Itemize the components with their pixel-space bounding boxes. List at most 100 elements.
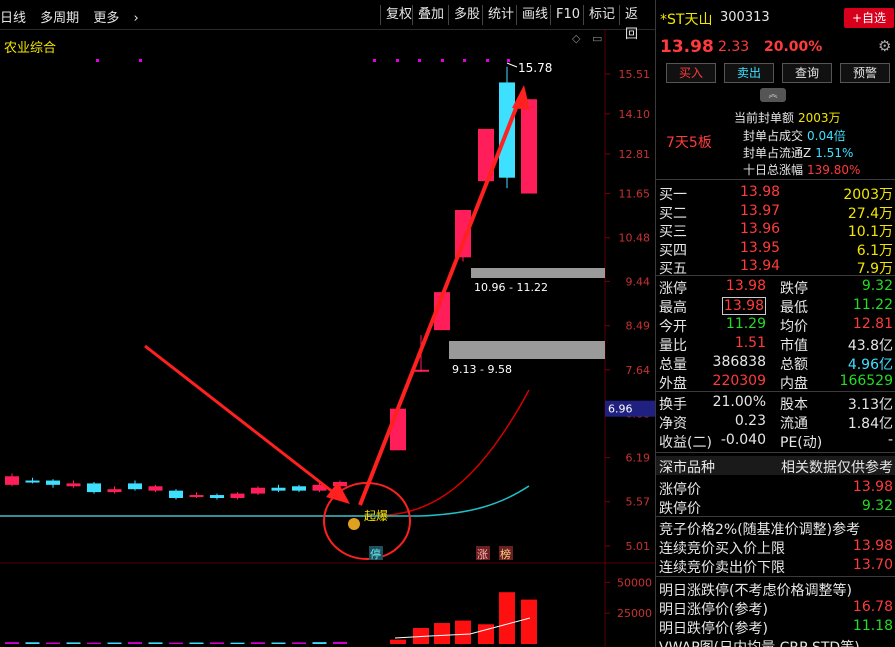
ting-badge: 停 <box>370 547 381 561</box>
stat2-row: 收益(二) -0.040 PE(动) - <box>656 431 895 451</box>
kline-svg[interactable]: 农业综合 ◇ ▭ 10.96 - 11.22 9.13 - 9.58 15.51 1… <box>0 30 655 647</box>
statistics-button[interactable]: 统计 <box>482 5 519 25</box>
multi-period-tab[interactable]: 多周期 <box>40 11 79 26</box>
divider <box>656 516 895 517</box>
overlay-button[interactable]: 叠加 <box>412 5 449 25</box>
stat-row: 总量 386838 总额 4.96亿 <box>656 353 895 373</box>
last-price: 13.98 <box>660 37 714 57</box>
y-tick-label: 6.19 <box>626 452 651 465</box>
top-mark <box>96 59 99 62</box>
stat-value: 0.23 <box>734 413 766 429</box>
y-tick-label: 5.57 <box>626 496 651 509</box>
seal-info: 7天5板 当前封单额 2003万 封单占成交 0.04倍 封单占流通Z 1.51% 十… <box>656 104 895 180</box>
stat-label: 收益(二) <box>659 435 712 451</box>
bid-row[interactable]: 买五 13.94 7.9万 <box>656 257 895 277</box>
sell-button[interactable]: 卖出 <box>724 63 774 83</box>
quote-panel: *ST天山 300313 +自选 13.98 2.33 20.00% ⚙ 买入 … <box>655 0 895 647</box>
stat-value: 11.29 <box>725 316 766 332</box>
multi-stock-button[interactable]: 多股 <box>448 5 485 25</box>
max-price-pointer <box>506 62 518 68</box>
tomorrow-up-label: 明日涨停价(参考) <box>659 602 768 618</box>
y-tick-label: 12.81 <box>619 148 651 161</box>
stat-label: 量比 <box>659 338 687 354</box>
bid-price: 13.97 <box>740 202 781 219</box>
market-note: 相关数据仅供参考 <box>781 460 893 476</box>
tomorrow-up-value: 16.78 <box>852 599 893 615</box>
tomorrow-header-row: 明日涨跌停(不考虑价格调整等) <box>656 579 895 599</box>
top-mark <box>441 59 444 62</box>
bid-row[interactable]: 买四 13.95 6.1万 <box>656 239 895 259</box>
seal-float-label: 封单占流通Z <box>743 146 812 160</box>
stat-row: 外盘 220309 内盘 166529 <box>656 372 895 392</box>
volume-bar <box>271 642 286 644</box>
more-label: 更多 <box>93 11 120 26</box>
stat-label: 外盘 <box>659 376 687 392</box>
vwap-row[interactable]: VWAP图(日内均量 CRP STD等) <box>656 636 895 647</box>
stat-label: 最高 <box>659 300 687 316</box>
stock-code: 300313 <box>720 10 770 25</box>
candle-body <box>521 99 537 194</box>
volume-bar <box>148 642 163 644</box>
stat-label: 换手 <box>659 397 687 413</box>
stat-row: 涨停 13.98 跌停 9.32 <box>656 277 895 297</box>
period-tab[interactable]: 日线 <box>0 11 26 26</box>
y-tick-label: 8.49 <box>626 320 651 333</box>
stat-label-2: 市值 <box>780 338 808 354</box>
seal-ratio: 封单占成交 0.04倍 <box>743 127 846 144</box>
zhang-badge: 涨 <box>477 548 488 561</box>
back-button[interactable]: 返回 <box>619 5 655 42</box>
bid-row[interactable]: 买二 13.97 27.4万 <box>656 202 895 222</box>
candle-body <box>251 487 265 494</box>
buy-button[interactable]: 买入 <box>666 63 716 83</box>
volume-bar <box>390 639 406 644</box>
draw-line-button[interactable]: 画线 <box>516 5 553 25</box>
candle-body <box>5 476 19 485</box>
stat-label-2: 股本 <box>780 397 808 413</box>
mark-button[interactable]: 标记 <box>583 5 620 25</box>
seal-float-value: 1.51% <box>815 146 854 160</box>
volume-bar <box>312 642 327 644</box>
volume-bar <box>169 642 183 644</box>
more-menu[interactable]: 更多 › <box>93 11 138 26</box>
kline-chart[interactable]: 农业综合 ◇ ▭ 10.96 - 11.22 9.13 - 9.58 15.51 1… <box>0 30 655 647</box>
auction-sell-value: 13.70 <box>852 557 893 573</box>
collapse-up-icon[interactable]: ︽ <box>760 88 786 102</box>
zone-lower <box>449 341 605 359</box>
seal-float: 封单占流通Z 1.51% <box>743 144 853 161</box>
top-mark <box>463 59 466 62</box>
volume-bar <box>499 592 515 644</box>
diamond-icon[interactable]: ◇ <box>572 32 581 45</box>
volume-bars <box>5 592 537 644</box>
candle-body <box>46 480 60 485</box>
vol-tick-label: 25000 <box>617 607 652 620</box>
volume-bar <box>455 620 471 644</box>
stat-row: 今开 11.29 均价 12.81 <box>656 315 895 335</box>
settings-icon[interactable]: ⚙ <box>878 37 891 55</box>
bid-row[interactable]: 买一 13.98 2003万 <box>656 183 895 203</box>
stat-value-2: 43.8亿 <box>847 338 893 354</box>
trade-buttons: 买入 卖出 查询 预警 <box>660 63 892 85</box>
candle-body <box>390 408 406 451</box>
auction-note: 竞子价格2%(随基准价调整)参考 <box>659 522 861 538</box>
query-button[interactable]: 查询 <box>782 63 832 83</box>
limit-down-label: 跌停价 <box>659 501 701 517</box>
price-change-pct: 20.00% <box>764 39 823 55</box>
money-bag-icon <box>348 518 360 530</box>
divider <box>656 391 895 392</box>
zone-upper-label: 10.96 - 11.22 <box>474 281 548 294</box>
candle-body <box>292 486 306 491</box>
stat-value: 220309 <box>712 373 766 389</box>
tomorrow-down-label: 明日跌停价(参考) <box>659 621 768 637</box>
stat-value-2: 3.13亿 <box>847 397 893 413</box>
add-watchlist-button[interactable]: +自选 <box>844 8 894 28</box>
bid-row[interactable]: 买三 13.96 10.1万 <box>656 220 895 240</box>
restore-icon[interactable]: ▭ <box>592 32 602 45</box>
candle-body <box>189 495 204 498</box>
alert-button[interactable]: 预警 <box>840 63 890 83</box>
volume-bar <box>5 642 19 644</box>
stat-value: 386838 <box>712 354 766 370</box>
volume-bar <box>251 642 265 644</box>
divider <box>656 576 895 577</box>
candle-body <box>210 495 224 499</box>
f10-button[interactable]: F10 <box>550 5 585 25</box>
